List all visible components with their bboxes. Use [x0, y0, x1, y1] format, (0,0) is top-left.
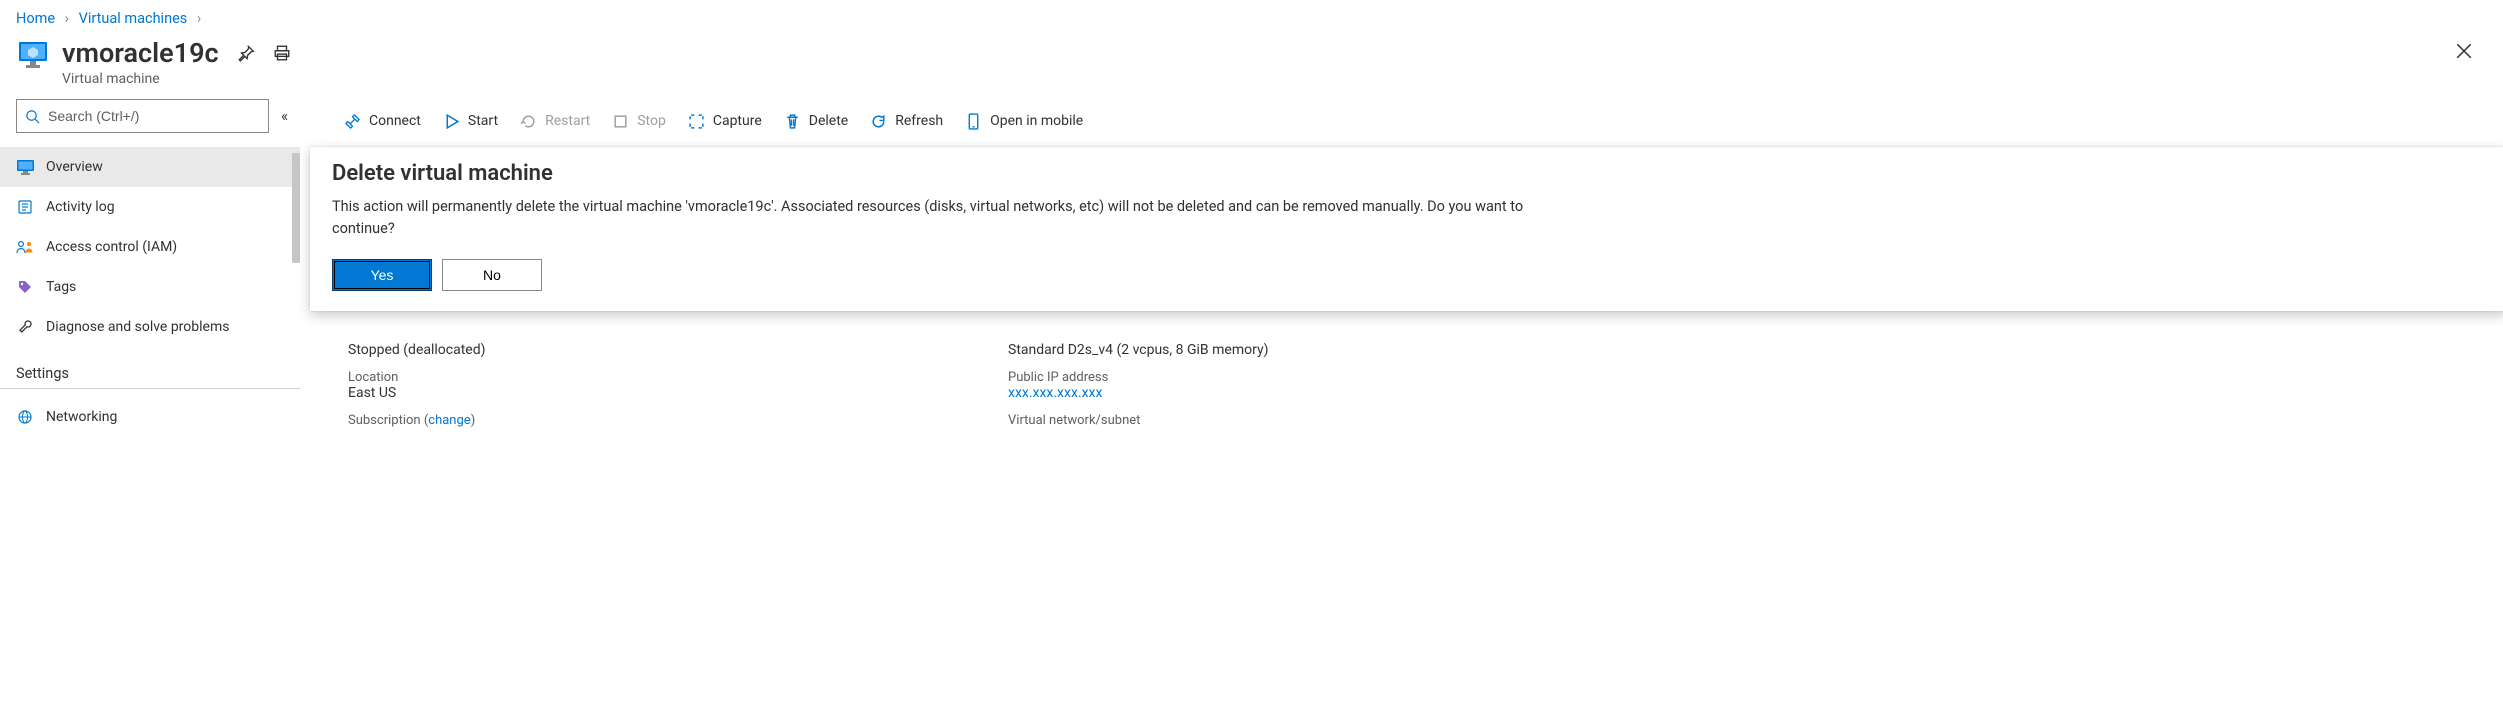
pin-icon[interactable] — [233, 40, 259, 66]
dialog-title: Delete virtual machine — [332, 161, 2485, 186]
sidebar-item-label: Diagnose and solve problems — [46, 319, 229, 335]
breadcrumb-home[interactable]: Home — [16, 10, 55, 27]
stop-icon — [612, 113, 629, 130]
connect-icon — [344, 113, 361, 130]
vm-icon — [16, 37, 50, 69]
breadcrumb-separator: › — [65, 10, 69, 27]
vm-small-icon — [16, 158, 34, 176]
people-icon — [16, 238, 34, 256]
sidebar-item-networking[interactable]: Networking — [0, 397, 300, 437]
trash-icon — [784, 113, 801, 130]
stop-button: Stop — [612, 113, 666, 130]
page-header: vmoracle19c — [0, 33, 2503, 73]
start-button[interactable]: Start — [443, 113, 498, 130]
restart-icon — [520, 113, 537, 130]
toolbar: Connect Start Restart Stop Capture Delet… — [316, 95, 2503, 147]
play-icon — [443, 113, 460, 130]
toolbar-label: Open in mobile — [990, 113, 1083, 129]
sidebar-section-settings: Settings — [0, 347, 300, 389]
close-icon[interactable] — [2455, 41, 2473, 66]
toolbar-label: Stop — [637, 113, 666, 129]
page-title: vmoracle19c — [62, 37, 219, 69]
capture-icon — [688, 113, 705, 130]
no-button[interactable]: No — [442, 259, 542, 291]
breadcrumb-separator: › — [197, 10, 201, 27]
connect-button[interactable]: Connect — [344, 113, 421, 130]
page-subtitle: Virtual machine — [0, 71, 2503, 95]
sidebar-item-label: Tags — [46, 279, 76, 295]
search-input[interactable] — [40, 100, 268, 132]
restart-button: Restart — [520, 113, 590, 130]
sidebar-item-diagnose[interactable]: Diagnose and solve problems — [0, 307, 300, 347]
collapse-sidebar-icon[interactable]: « — [281, 107, 288, 125]
pip-label: Public IP address — [1008, 370, 1608, 385]
delete-vm-dialog: Delete virtual machine This action will … — [310, 147, 2503, 311]
sidebar-item-tags[interactable]: Tags — [0, 267, 300, 307]
wrench-icon — [16, 318, 34, 336]
breadcrumb-vms[interactable]: Virtual machines — [79, 10, 188, 27]
toolbar-label: Start — [468, 113, 498, 129]
size-value: Standard D2s_v4 (2 vcpus, 8 GiB memory) — [1008, 342, 1608, 358]
pip-value[interactable]: xxx.xxx.xxx.xxx — [1008, 385, 1608, 401]
capture-button[interactable]: Capture — [688, 113, 762, 130]
networking-icon — [16, 408, 34, 426]
scrollbar-thumb[interactable] — [292, 153, 300, 263]
search-input-box[interactable] — [16, 99, 269, 133]
sidebar-item-label: Activity log — [46, 199, 115, 215]
mobile-icon — [965, 113, 982, 130]
toolbar-label: Delete — [809, 113, 848, 129]
toolbar-label: Refresh — [895, 113, 943, 129]
print-icon[interactable] — [269, 40, 295, 66]
refresh-button[interactable]: Refresh — [870, 113, 943, 130]
sidebar-item-access-control[interactable]: Access control (IAM) — [0, 227, 300, 267]
toolbar-label: Restart — [545, 113, 590, 129]
location-value: East US — [348, 385, 948, 401]
refresh-icon — [870, 113, 887, 130]
dialog-body-text: This action will permanently delete the … — [332, 196, 1532, 241]
toolbar-label: Connect — [369, 113, 421, 129]
main-content: Connect Start Restart Stop Capture Delet… — [300, 95, 2503, 428]
search-icon — [25, 109, 40, 124]
vnet-label: Virtual network/subnet — [1008, 413, 1608, 428]
sidebar-item-label: Overview — [46, 159, 103, 175]
status-value: Stopped (deallocated) — [348, 342, 948, 358]
sidebar-item-overview[interactable]: Overview — [0, 147, 300, 187]
toolbar-label: Capture — [713, 113, 762, 129]
open-mobile-button[interactable]: Open in mobile — [965, 113, 1083, 130]
yes-button[interactable]: Yes — [332, 259, 432, 291]
sidebar-item-label: Access control (IAM) — [46, 239, 177, 255]
activity-log-icon — [16, 198, 34, 216]
sidebar-item-activity-log[interactable]: Activity log — [0, 187, 300, 227]
sidebar: « Overview Activity log Access control (… — [0, 95, 300, 437]
subscription-label: Subscription (change) — [348, 413, 948, 428]
breadcrumb: Home › Virtual machines › — [0, 0, 2503, 33]
delete-button[interactable]: Delete — [784, 113, 848, 130]
location-label: Location — [348, 370, 948, 385]
subscription-change-link[interactable]: change — [428, 413, 470, 428]
tag-icon — [16, 278, 34, 296]
sidebar-item-label: Networking — [46, 409, 117, 425]
